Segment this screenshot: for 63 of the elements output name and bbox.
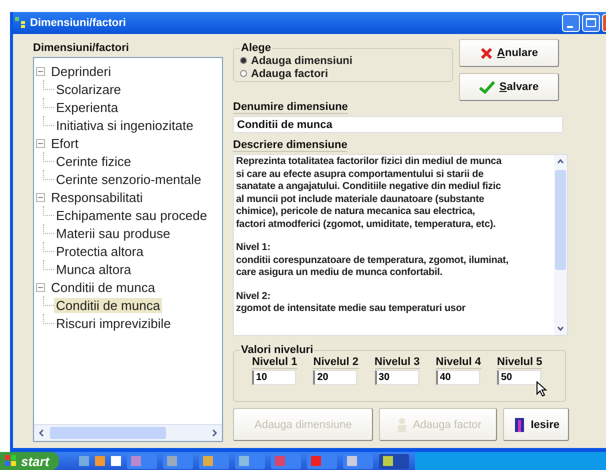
- tree-item[interactable]: Efort: [49, 136, 80, 150]
- window-title: Dimensiuni/factori: [30, 17, 126, 29]
- tree-label: Dimensiuni/factori: [33, 42, 129, 54]
- checkmark-icon: [479, 80, 496, 94]
- group-label: Alege: [240, 42, 272, 54]
- collapse-icon[interactable]: [36, 192, 45, 202]
- level-label: Nivelul 5: [497, 356, 542, 369]
- collapse-icon[interactable]: [36, 66, 45, 76]
- level-field[interactable]: 30: [374, 370, 418, 385]
- taskbar-icon[interactable]: [111, 456, 122, 466]
- level-field[interactable]: 40: [436, 370, 480, 385]
- cursor-icon: [536, 381, 547, 397]
- minimize-button[interactable]: [562, 14, 580, 32]
- tree-icon: [15, 17, 27, 29]
- tree-item[interactable]: Riscuri imprevizibile: [54, 316, 173, 330]
- horizontal-scrollbar[interactable]: [34, 424, 222, 441]
- level-field[interactable]: 20: [313, 370, 358, 385]
- vertical-scrollbar[interactable]: [554, 155, 567, 335]
- tree-item[interactable]: Munca altora: [54, 262, 134, 276]
- taskbar-icon[interactable]: [95, 456, 106, 466]
- description-paragraph: Nivel 1: conditii corespunzatoare de temperatura, zgomot, iluminat, care asigura un mediu de munca confortabil.: [236, 242, 510, 280]
- level-label: Nivelul 4: [436, 356, 481, 369]
- field-label: Descriere dimensiune: [233, 139, 348, 152]
- description-paragraph: Nivel 2: zgomot de intensitate medie sau temperaturi usor: [236, 290, 467, 316]
- tree-item[interactable]: Conditii de munca: [49, 280, 158, 294]
- taskbar-item[interactable]: [235, 454, 266, 468]
- group-label: Valori niveluri: [240, 344, 314, 356]
- exit-button[interactable]: Iesire: [503, 408, 569, 441]
- tree-item[interactable]: Deprinderi: [49, 64, 113, 78]
- tree-item[interactable]: Conditii de munca: [54, 298, 162, 312]
- door-icon: [512, 416, 527, 432]
- tree-item[interactable]: Cerinte fizice: [54, 154, 134, 168]
- name-field[interactable]: Conditii de munca: [233, 116, 563, 133]
- level-field[interactable]: 50: [497, 370, 541, 385]
- maximize-button[interactable]: [582, 14, 600, 32]
- taskbar-icon[interactable]: [79, 456, 90, 466]
- tree-item[interactable]: Responsabilitati: [49, 190, 145, 204]
- taskbar-item[interactable]: [379, 454, 410, 468]
- taskbar-item[interactable]: [199, 454, 230, 468]
- x-icon: [480, 46, 494, 60]
- tree-item[interactable]: Echipamente sau procede: [54, 208, 210, 222]
- level-label: Nivelul 3: [374, 356, 420, 369]
- tree-item[interactable]: Cerinte senzorio-mentale: [54, 172, 204, 186]
- description-paragraph: Reprezinta totalitatea factorilor fizici din mediul de munca si care au efecte asupra comportamentului si starii de sanatate a angajatului. Conditiile negative din mediul fizic al muncii pot include materiale daunatoare (substante chimice), pericole de natura mecanica sau electrica, factori atmodferici (zgomot, umiditate, temperatura, etc).: [236, 156, 503, 231]
- collapse-icon[interactable]: [36, 138, 45, 148]
- tree-item[interactable]: Experienta: [54, 100, 120, 114]
- tree-item[interactable]: Materii sau produse: [54, 226, 172, 240]
- tree-item[interactable]: Protectia altora: [54, 244, 146, 258]
- radio-option[interactable]: Adauga dimensiuni: [240, 54, 446, 67]
- tree-item[interactable]: Initiativa si ingeniozitate: [54, 118, 196, 132]
- level-label: Nivelul 1: [252, 356, 298, 369]
- field-label: Denumire dimensiune: [233, 101, 348, 114]
- level-label: Nivelul 2: [313, 356, 358, 369]
- taskbar-item[interactable]: [343, 454, 374, 468]
- tree-item[interactable]: Scolarizare: [54, 82, 124, 96]
- cancel-button[interactable]: Anulare: [459, 39, 559, 67]
- radio-option[interactable]: Adauga factori: [240, 67, 446, 80]
- collapse-icon[interactable]: [36, 282, 45, 292]
- start-button[interactable]: start: [0, 452, 60, 470]
- save-button[interactable]: Salvare: [459, 73, 559, 101]
- windows-logo-icon: [4, 454, 18, 468]
- level-field[interactable]: 10: [252, 370, 296, 385]
- description-field[interactable]: [233, 154, 568, 336]
